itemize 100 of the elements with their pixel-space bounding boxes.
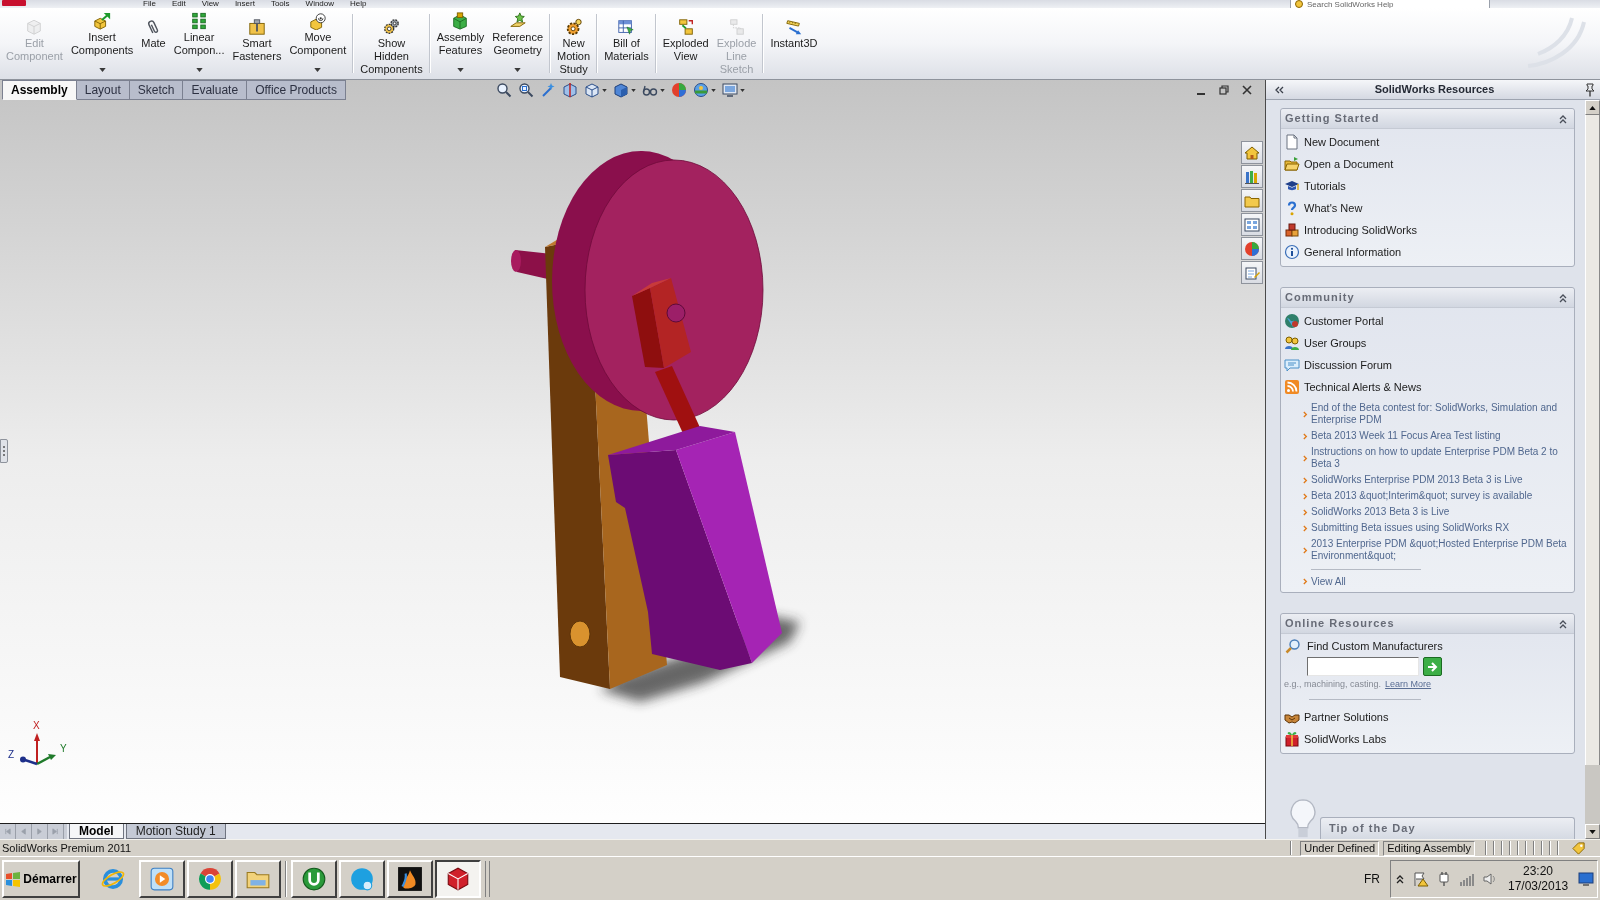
restore-button[interactable]	[1218, 84, 1230, 96]
command-tab[interactable]: Sketch	[129, 80, 184, 100]
menu-item[interactable]: Window	[305, 0, 335, 8]
command-tab[interactable]: Assembly	[2, 80, 77, 100]
command-tab[interactable]: Layout	[76, 80, 130, 100]
magnifier-box-icon	[517, 82, 534, 98]
resource-link[interactable]: Partner Solutions	[1304, 708, 1389, 726]
home-icon	[1244, 144, 1260, 161]
show-desktop-button[interactable]	[1578, 870, 1594, 887]
pin-button[interactable]	[1583, 82, 1597, 97]
command-tab[interactable]: Evaluate	[183, 80, 248, 100]
view-toolbar-button[interactable]	[517, 82, 534, 98]
resource-link[interactable]: Introducing SolidWorks	[1304, 221, 1417, 239]
news-link[interactable]: 2013 Enterprise PDM &quot;Hosted Enterprise PDM Beta Environment&quot;	[1311, 538, 1568, 562]
resource-link[interactable]: Technical Alerts & News	[1304, 378, 1422, 396]
info-icon	[1284, 244, 1300, 260]
view-toolbar-button[interactable]	[612, 82, 636, 98]
learn-more-link[interactable]: Learn More	[1385, 678, 1432, 692]
toolbar-button[interactable]: Move Component	[285, 8, 351, 79]
resource-link[interactable]: SolidWorks Labs	[1304, 730, 1387, 748]
toolbar-button[interactable]: Exploded View	[658, 8, 713, 79]
task-pane-tab[interactable]	[1241, 213, 1263, 236]
resource-link[interactable]: Customer Portal	[1304, 312, 1384, 330]
books-icon	[1244, 168, 1260, 185]
monitor-icon	[1578, 870, 1594, 887]
hook-circle-icon	[301, 865, 327, 892]
table-icon	[617, 18, 636, 36]
view-toolbar-button[interactable]	[583, 82, 607, 98]
view-all-link[interactable]: View All	[1311, 573, 1346, 589]
go-button[interactable]	[1423, 657, 1442, 676]
command-tab[interactable]: Office Products	[247, 80, 346, 100]
task-pane-tab[interactable]	[1241, 189, 1263, 212]
flame-icon	[397, 865, 423, 892]
manufacturer-search-field[interactable]	[1307, 657, 1419, 676]
toolbar-button[interactable]: Assembly Features	[432, 8, 489, 79]
view-toolbar-button[interactable]	[721, 82, 745, 98]
task-pane-tab[interactable]	[1241, 261, 1263, 284]
toolbar-button[interactable]: Reference Geometry	[488, 8, 548, 79]
cube-icon	[445, 865, 471, 892]
toolbar-button[interactable]: Linear Compon...	[169, 8, 229, 79]
menu-item[interactable]: Insert	[234, 0, 255, 8]
news-link[interactable]: SolidWorks 2013 Beta 3 is Live	[1311, 506, 1450, 518]
task-pane-tab[interactable]	[1241, 165, 1263, 188]
language-indicator[interactable]: FR	[1364, 869, 1380, 888]
restore-icon	[1219, 85, 1229, 95]
monitor-icon	[721, 82, 738, 98]
speech-bubble-icon	[1284, 357, 1300, 373]
collapse-handle[interactable]	[0, 439, 8, 463]
toolbar-button[interactable]: Mate	[137, 8, 170, 79]
menu-item[interactable]: Edit	[171, 0, 186, 8]
news-link[interactable]: Beta 2013 Week 11 Focus Area Test listing	[1311, 430, 1501, 442]
stacked-boxes-icon	[1284, 222, 1300, 238]
view-toolbar-button[interactable]	[495, 82, 512, 98]
axis-triad	[18, 732, 58, 766]
help-search-field[interactable]: Search SolidWorks Help	[1290, 0, 1490, 8]
task-pane-tab[interactable]	[1241, 237, 1263, 260]
news-link[interactable]: SolidWorks Enterprise PDM 2013 Beta 3 is Live	[1311, 474, 1523, 486]
resource-link[interactable]: What's New	[1304, 199, 1363, 217]
document-tab[interactable]: Model	[69, 824, 124, 839]
section-cube-icon	[561, 82, 578, 98]
task-pane-tab[interactable]	[1241, 141, 1263, 164]
news-link[interactable]: End of the Beta contest for: SolidWorks, Simulation and Enterprise PDM	[1311, 402, 1568, 426]
toolbar-button[interactable]: Insert Components	[66, 8, 138, 79]
clock-date: 17/03/2013	[1508, 878, 1569, 894]
news-link[interactable]: Submitting Beta issues using SolidWorks RX	[1311, 522, 1510, 534]
document-tab[interactable]: Motion Study 1	[125, 824, 226, 839]
menu-item[interactable]: Help	[350, 0, 367, 8]
menu-item[interactable]: View	[201, 0, 219, 8]
caret-down-icon	[314, 68, 322, 72]
cube-icon	[25, 18, 44, 36]
toolbar-button[interactable]: New Motion Study	[553, 8, 595, 79]
resource-link[interactable]: New Document	[1304, 133, 1380, 151]
double-chevron-left-icon	[1274, 84, 1284, 95]
play-icon	[149, 865, 175, 892]
resource-link[interactable]: User Groups	[1304, 334, 1367, 352]
color-ball-icon	[1244, 240, 1260, 257]
close-button[interactable]	[1241, 84, 1253, 96]
menu-item[interactable]: File	[143, 0, 156, 8]
toolbar-button[interactable]: Instant3D	[766, 8, 822, 79]
resource-link[interactable]: Discussion Forum	[1304, 356, 1393, 374]
start-button[interactable]: Démarrer	[2, 859, 80, 898]
resource-link[interactable]: Open a Document	[1304, 155, 1394, 173]
toolbar-button[interactable]: Bill of Materials	[600, 8, 653, 79]
menu-item[interactable]: Tools	[270, 0, 290, 8]
caret-down-icon	[739, 88, 745, 92]
news-link[interactable]: Beta 2013 &quot;Interim&quot; survey is available	[1311, 490, 1533, 502]
field-label: Find Custom Manufacturers	[1307, 638, 1443, 654]
triangle-left-icon	[20, 828, 27, 835]
tip-bar[interactable]: Tip of the Day	[1320, 817, 1575, 839]
view-toolbar-button[interactable]	[692, 82, 716, 98]
news-link[interactable]: Instructions on how to update Enterprise PDM Beta 2 to Beta 3	[1311, 446, 1568, 470]
caret-down-icon	[601, 88, 607, 92]
scroll-down-button[interactable]	[1585, 824, 1600, 839]
toolbar-button[interactable]: Show Hidden Components	[356, 8, 427, 79]
scroll-up-button[interactable]	[1585, 100, 1600, 115]
taskbar-app-button[interactable]	[435, 859, 481, 898]
resource-link[interactable]: Tutorials	[1304, 177, 1346, 195]
caret-down-icon	[514, 68, 522, 72]
toolbar-button[interactable]: Smart Fasteners	[228, 8, 286, 79]
resource-link[interactable]: General Information	[1304, 243, 1402, 261]
